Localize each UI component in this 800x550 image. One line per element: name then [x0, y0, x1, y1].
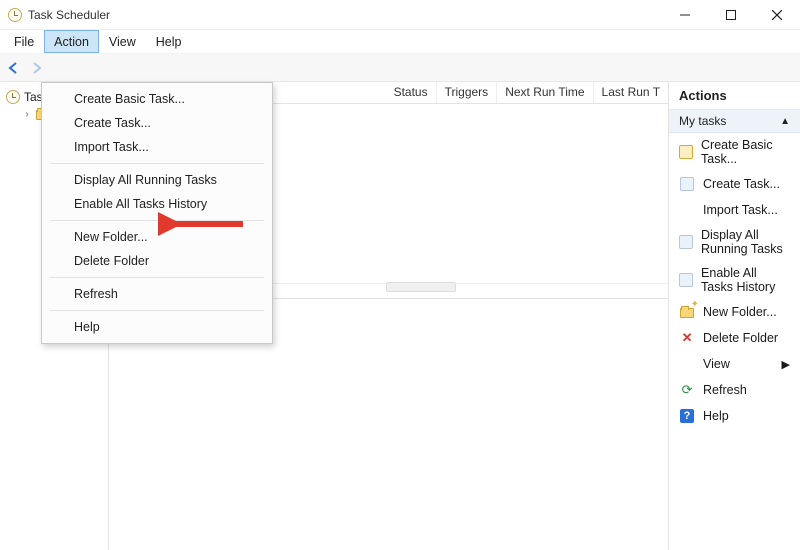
actions-subhead-label: My tasks	[679, 114, 726, 128]
menubar: File Action View Help	[0, 30, 800, 54]
action-label: Display All Running Tasks	[701, 228, 790, 256]
titlebar: Task Scheduler	[0, 0, 800, 30]
forward-icon[interactable]	[28, 60, 44, 76]
col-next-run[interactable]: Next Run Time	[497, 82, 593, 103]
actions-title: Actions	[669, 82, 800, 110]
dd-new-folder[interactable]: New Folder...	[42, 225, 272, 249]
col-triggers[interactable]: Triggers	[437, 82, 498, 103]
content-area: Task Scheduler › Status Triggers Next Ru…	[0, 82, 800, 550]
dd-import-task[interactable]: Import Task...	[42, 135, 272, 159]
menu-file[interactable]: File	[4, 30, 44, 53]
action-label: Help	[703, 409, 729, 423]
dd-delete-folder[interactable]: Delete Folder	[42, 249, 272, 273]
back-icon[interactable]	[6, 60, 22, 76]
close-icon	[772, 10, 782, 20]
menu-separator	[50, 220, 264, 221]
action-label: Refresh	[703, 383, 747, 397]
dd-create-task[interactable]: Create Task...	[42, 111, 272, 135]
action-create-task[interactable]: Create Task...	[669, 171, 800, 197]
menu-view[interactable]: View	[99, 30, 146, 53]
col-last-run[interactable]: Last Run T	[594, 82, 668, 103]
folder-new-icon: ✦	[679, 304, 695, 320]
menu-separator	[50, 310, 264, 311]
action-view[interactable]: View ▶	[669, 351, 800, 377]
menu-action[interactable]: Action	[44, 30, 99, 53]
actions-subhead[interactable]: My tasks ▲	[669, 110, 800, 133]
minimize-icon	[680, 10, 690, 20]
blank-icon	[679, 356, 695, 372]
task-icon	[679, 176, 695, 192]
action-label: Create Basic Task...	[701, 138, 790, 166]
blank-icon	[679, 202, 695, 218]
toolbar	[0, 54, 800, 82]
window-controls	[662, 0, 800, 30]
menu-help[interactable]: Help	[146, 30, 192, 53]
actions-pane: Actions My tasks ▲ Create Basic Task... …	[668, 82, 800, 550]
chevron-right-icon: ›	[22, 109, 32, 120]
delete-icon: ✕	[679, 330, 695, 346]
menu-separator	[50, 277, 264, 278]
dd-create-basic-task[interactable]: Create Basic Task...	[42, 87, 272, 111]
wizard-icon	[679, 144, 693, 160]
menu-separator	[50, 163, 264, 164]
close-button[interactable]	[754, 0, 800, 30]
clock-icon	[6, 90, 20, 104]
action-label: Create Task...	[703, 177, 780, 191]
dd-enable-history[interactable]: Enable All Tasks History	[42, 192, 272, 216]
running-icon	[679, 234, 693, 250]
help-icon: ?	[679, 408, 695, 424]
submenu-arrow-icon: ▶	[782, 358, 790, 371]
action-help[interactable]: ? Help	[669, 403, 800, 429]
history-icon	[679, 272, 693, 288]
minimize-button[interactable]	[662, 0, 708, 30]
action-label: Enable All Tasks History	[701, 266, 790, 294]
action-create-basic-task[interactable]: Create Basic Task...	[669, 133, 800, 171]
action-label: Delete Folder	[703, 331, 778, 345]
horizontal-scrollbar[interactable]	[386, 282, 456, 292]
action-label: Import Task...	[703, 203, 778, 217]
dd-help[interactable]: Help	[42, 315, 272, 339]
dd-refresh[interactable]: Refresh	[42, 282, 272, 306]
action-refresh[interactable]: ⟳ Refresh	[669, 377, 800, 403]
maximize-icon	[726, 10, 736, 20]
refresh-icon: ⟳	[679, 382, 695, 398]
dd-display-running[interactable]: Display All Running Tasks	[42, 168, 272, 192]
maximize-button[interactable]	[708, 0, 754, 30]
app-icon	[8, 8, 22, 22]
action-delete-folder[interactable]: ✕ Delete Folder	[669, 325, 800, 351]
action-display-running[interactable]: Display All Running Tasks	[669, 223, 800, 261]
action-label: View	[703, 357, 730, 371]
action-label: New Folder...	[703, 305, 777, 319]
action-menu-dropdown: Create Basic Task... Create Task... Impo…	[41, 82, 273, 344]
collapse-icon: ▲	[780, 116, 790, 127]
action-enable-history[interactable]: Enable All Tasks History	[669, 261, 800, 299]
window-title: Task Scheduler	[28, 8, 110, 22]
col-status[interactable]: Status	[386, 82, 437, 103]
action-import-task[interactable]: Import Task...	[669, 197, 800, 223]
action-new-folder[interactable]: ✦ New Folder...	[669, 299, 800, 325]
